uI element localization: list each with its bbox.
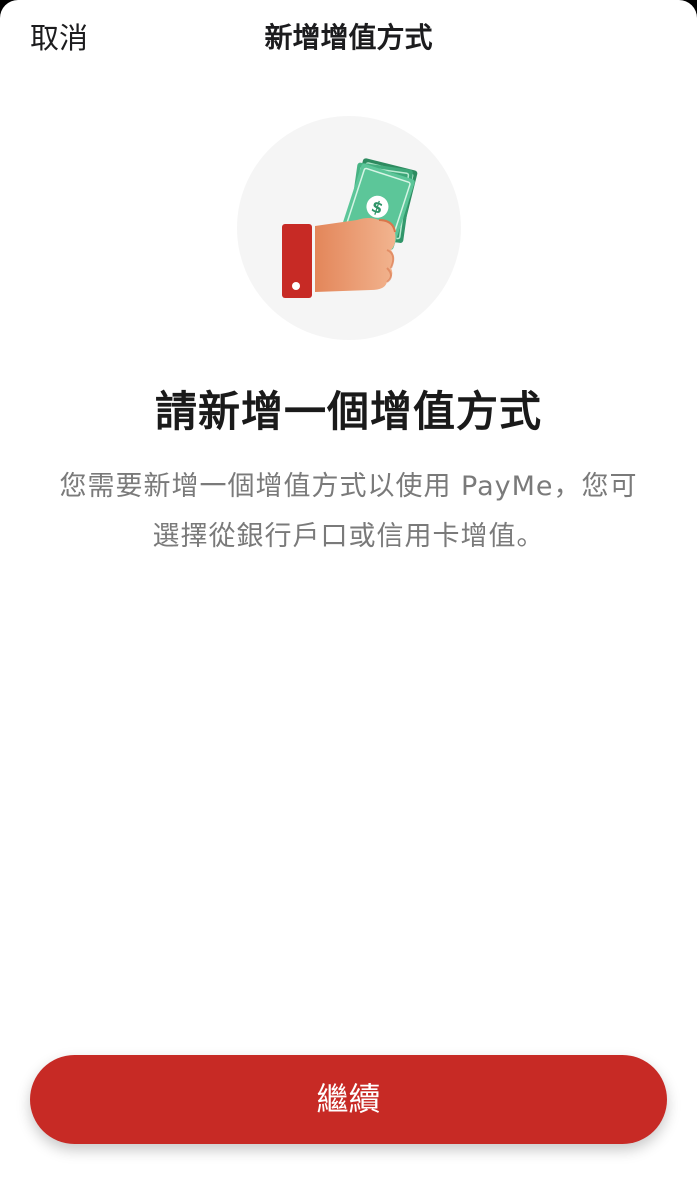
page-title: 新增增值方式 [264,21,433,54]
modal-sheet: 取消 新增增值方式 $ 請新增一個增值方式 您需要新增一個增值方式以使用 Pay… [0,0,697,1200]
navigation-bar: 取消 新增增值方式 [0,0,697,80]
hero-illustration: $ [237,116,461,340]
description: 您需要新增一個增值方式以使用 PayMe，您可 選擇從銀行戶口或信用卡增值。 [36,462,661,562]
hand-holding-cash-icon: $ [282,158,418,298]
description-line-2: 選擇從銀行戶口或信用卡增值。 [152,521,545,552]
headline: 請新增一個增值方式 [154,387,542,436]
continue-button[interactable]: 繼續 [30,1055,667,1144]
description-line-1: 您需要新增一個增值方式以使用 PayMe，您可 [59,471,638,502]
